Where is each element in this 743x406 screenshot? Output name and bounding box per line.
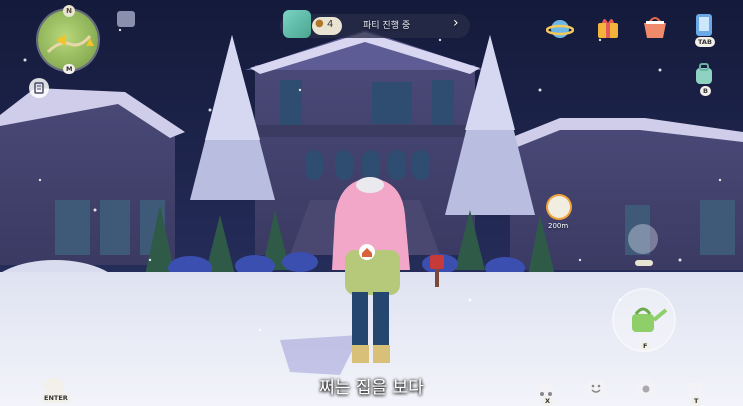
minimap-icon bbox=[46, 34, 94, 54]
waypoint-distance: 200m bbox=[548, 222, 569, 230]
quest-list-icon[interactable] bbox=[29, 78, 49, 98]
waypoint-marker[interactable] bbox=[548, 196, 570, 218]
party-avatar bbox=[283, 10, 311, 38]
bag-hotkey: B bbox=[700, 86, 711, 96]
map-north-marker: N bbox=[63, 5, 75, 17]
person-icon: ● bbox=[315, 18, 324, 29]
weather-icon[interactable] bbox=[117, 11, 135, 27]
mailbox bbox=[430, 255, 444, 269]
tab-hotkey: TAB bbox=[695, 37, 715, 47]
planet-icon[interactable] bbox=[545, 15, 575, 43]
dance-pose-icon[interactable] bbox=[628, 224, 658, 254]
party-member-count: 4 bbox=[327, 19, 334, 30]
subtitle-caption: 쩌는 집을 보다 bbox=[319, 378, 424, 398]
shop-basket-icon[interactable] bbox=[640, 13, 670, 41]
party-status-text: 파티 진행 중 bbox=[363, 21, 411, 31]
gift-icon[interactable] bbox=[594, 13, 622, 41]
minimap[interactable] bbox=[38, 10, 98, 70]
backpack-icon[interactable] bbox=[692, 62, 716, 86]
emote-bar bbox=[635, 260, 653, 266]
chevron-right-icon[interactable]: › bbox=[453, 15, 459, 31]
phone-menu-icon[interactable] bbox=[692, 12, 716, 38]
